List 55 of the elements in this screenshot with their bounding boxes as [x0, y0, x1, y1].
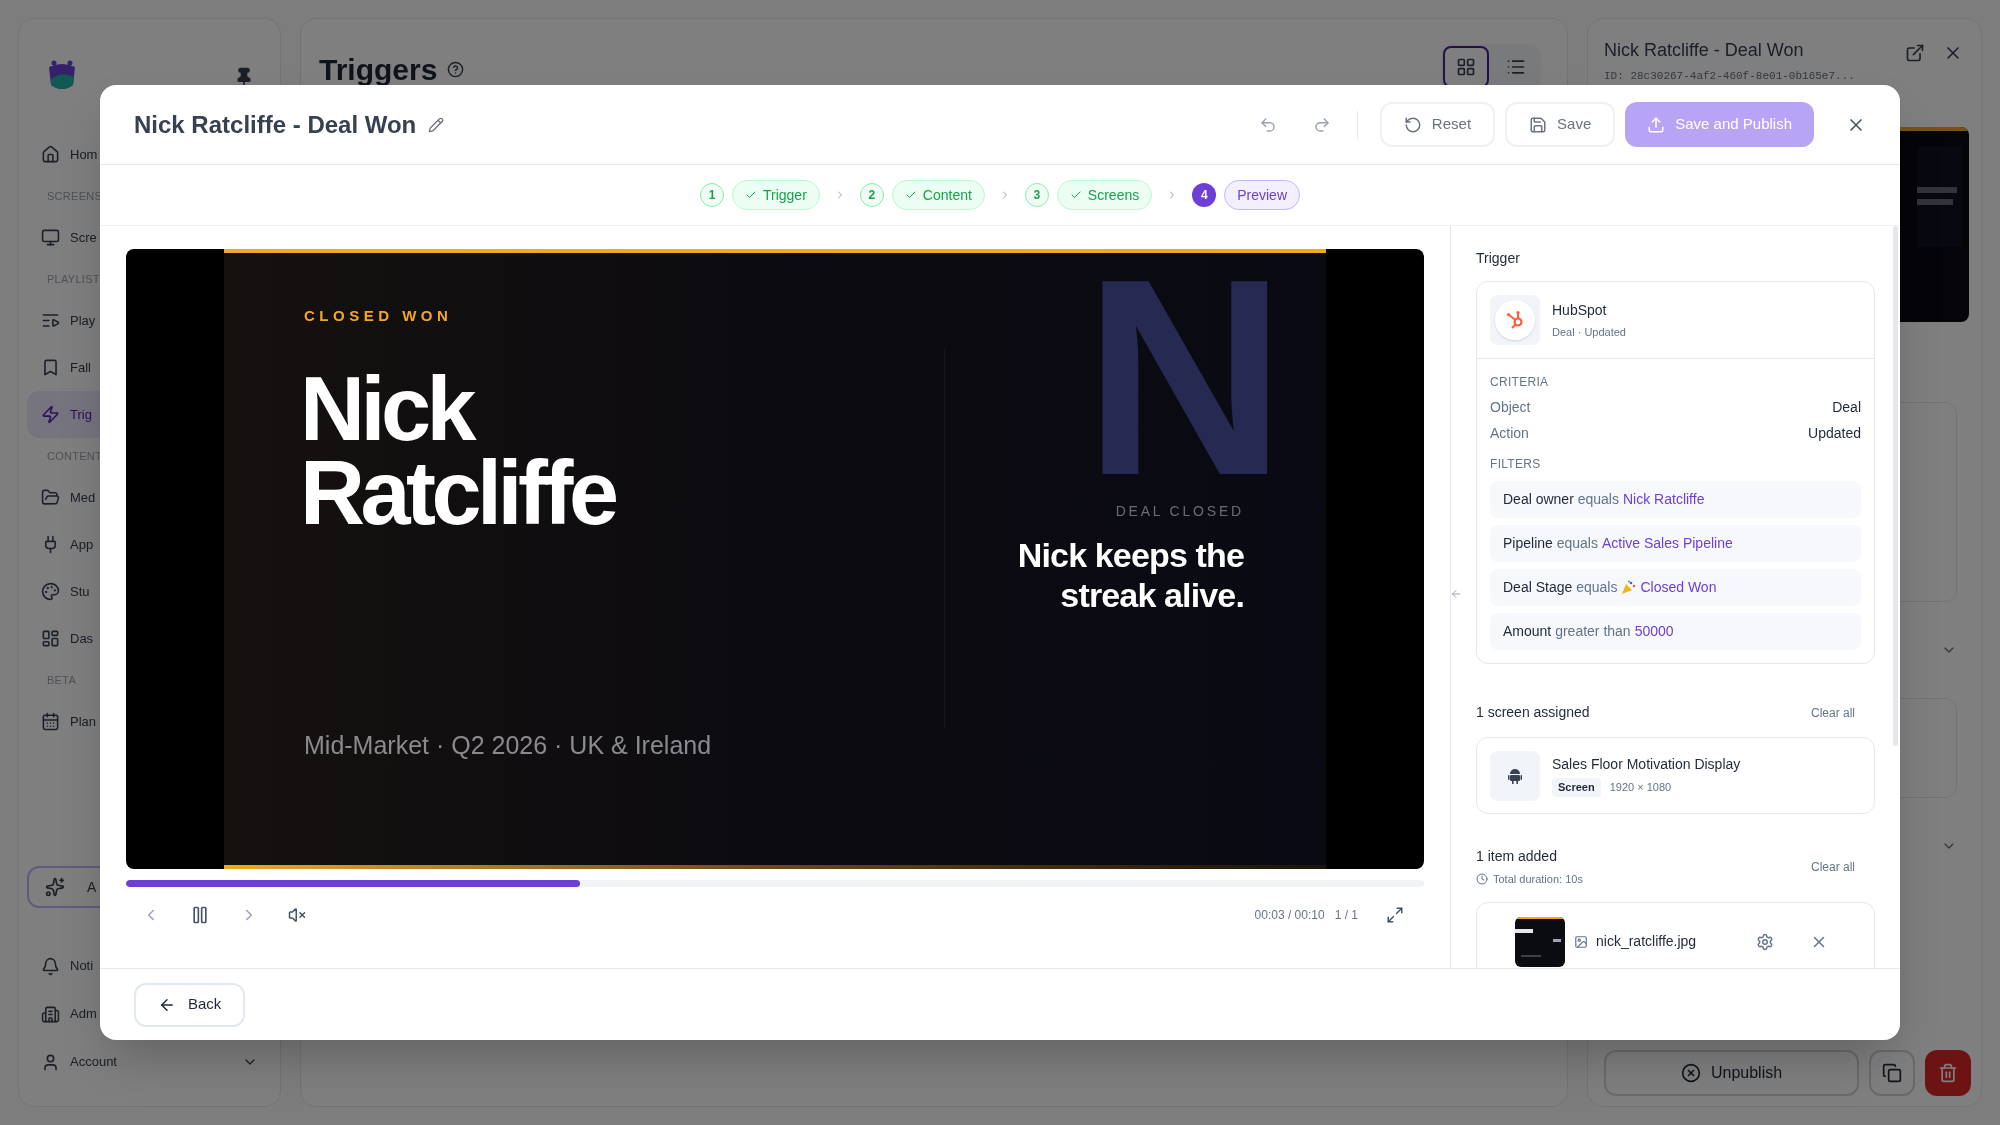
- page-title: Triggers: [319, 52, 438, 88]
- panel-title: Nick Ratcliffe - Deal Won: [1604, 39, 1805, 62]
- filter-condition: Deal owner equals: [1503, 490, 1619, 509]
- slide-footer: Mid-Market · Q2 2026 · UK & Ireland: [304, 727, 712, 765]
- nav-label: App: [70, 535, 94, 554]
- filter-value: Active Sales Pipeline: [1602, 534, 1733, 553]
- step-number: 4: [1192, 183, 1217, 207]
- modal-title: Nick Ratcliffe - Deal Won: [134, 109, 417, 140]
- nav-label: Med: [70, 488, 96, 507]
- file-name: nick_ratcliffe.jpg: [1596, 932, 1698, 951]
- filters-label: FILTERS: [1490, 456, 1542, 473]
- screen-badge: Screen: [1552, 778, 1601, 797]
- filter-value: 50000: [1634, 622, 1674, 641]
- nav-label: Noti: [70, 957, 94, 976]
- screen-resolution: 1920 × 1080: [1609, 780, 1672, 796]
- criteria-value: Deal: [1832, 397, 1861, 417]
- backdrop-letter: N: [1083, 275, 1286, 480]
- nav-label: Plan: [70, 712, 97, 731]
- step-number: 2: [859, 183, 884, 207]
- slide-name: Nick: [300, 367, 474, 451]
- nav-label: Play: [70, 311, 96, 330]
- step-number: 3: [1024, 183, 1049, 207]
- trigger-id: ID: 28c30267-4af2-460f-8e01-0b165e7...: [1604, 69, 1855, 84]
- total-duration: Total duration: 10s: [1493, 872, 1583, 887]
- criteria-key: Action: [1490, 422, 1529, 444]
- app-name: HubSpot: [1552, 300, 1608, 320]
- slide-name: Ratcliffe: [300, 451, 615, 535]
- slide-count: 1 / 1: [1334, 907, 1358, 924]
- nav-label: Hom: [70, 145, 98, 164]
- filter-condition: Deal Stage equals: [1503, 578, 1618, 597]
- nav-label: Account: [70, 1053, 117, 1072]
- nav-label: Adm: [70, 1005, 97, 1024]
- filter-condition: Amount greater than: [1503, 622, 1631, 641]
- filter-value: Nick Ratcliffe: [1623, 490, 1705, 509]
- criteria-key: Object: [1490, 396, 1531, 418]
- trigger-event: Deal · Updated: [1552, 324, 1626, 340]
- nav-label: Scre: [70, 228, 97, 247]
- playback-time: 00:03 / 00:10: [1254, 907, 1325, 924]
- slide-headline: streak alive.: [1060, 575, 1244, 615]
- section-heading: 1 screen assigned: [1476, 703, 1590, 722]
- criteria-label: CRITERIA: [1490, 374, 1550, 391]
- nav-label: Das: [70, 629, 94, 648]
- section-heading: Trigger: [1476, 249, 1521, 268]
- slide-eyebrow: CLOSED WON: [304, 306, 453, 326]
- slide-headline: Nick keeps the: [1017, 535, 1244, 575]
- nav-label: Stu: [70, 582, 90, 601]
- nav-label: Trig: [70, 405, 92, 424]
- screen-name: Sales Floor Motivation Display: [1552, 755, 1741, 775]
- criteria-value: Updated: [1808, 423, 1861, 443]
- nav-label: Fall: [70, 358, 91, 377]
- filter-condition: Pipeline equals: [1503, 534, 1598, 553]
- section-heading: 1 item added: [1476, 847, 1558, 866]
- filter-value: Closed Won: [1640, 578, 1717, 597]
- step-number: 1: [700, 183, 724, 207]
- slide-tag: DEAL CLOSED: [1115, 501, 1244, 522]
